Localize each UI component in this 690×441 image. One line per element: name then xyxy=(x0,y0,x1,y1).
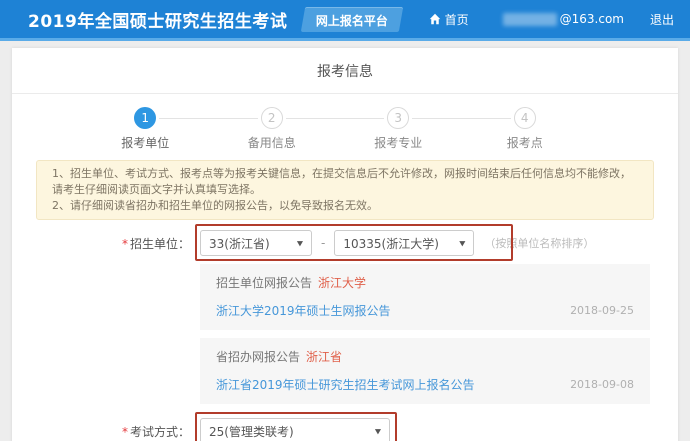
logout-link[interactable]: 退出 xyxy=(650,11,674,28)
caret-down-icon: ▼ xyxy=(374,427,381,435)
caret-down-icon: ▼ xyxy=(296,239,303,247)
province-select[interactable]: 33(浙江省) ▼ xyxy=(200,230,312,256)
redacted-username xyxy=(502,12,557,26)
announcement-link-row: 浙江省2019年硕士研究生招生考试网上报名公告 2018-09-08 xyxy=(216,376,634,393)
exam-method-select[interactable]: 25(管理类联考) ▼ xyxy=(200,418,390,441)
required-asterisk: * xyxy=(121,424,128,439)
platform-badge: 网上报名平台 xyxy=(301,6,404,32)
step-circle: 3 xyxy=(387,107,410,129)
notice-line-1: 1、招生单位、考试方式、报考点等为报考关键信息，在提交信息后不允许修改，网报时间… xyxy=(52,167,631,196)
step-recruit-unit[interactable]: 1 报考单位 xyxy=(82,107,209,151)
header-accent-strip xyxy=(0,38,690,41)
app-title: 2019年全国硕士研究生招生考试 xyxy=(28,11,288,32)
exam-method-select-value: 25(管理类联考) xyxy=(209,424,294,439)
step-circle: 1 xyxy=(134,107,157,129)
step-label: 报考单位 xyxy=(121,136,170,150)
unit-announcement-card: 招生单位网报公告 浙江大学 浙江大学2019年硕士生网报公告 2018-09-25 xyxy=(200,264,650,330)
step-circle: 2 xyxy=(260,107,283,129)
notice-box: 1、招生单位、考试方式、报考点等为报考关键信息，在提交信息后不允许修改，网报时间… xyxy=(36,160,654,220)
home-icon xyxy=(429,13,440,25)
step-label: 报考专业 xyxy=(374,136,423,150)
page-title: 报考信息 xyxy=(12,48,678,94)
main-panel: 报考信息 1 报考单位 2 备用信息 3 报考专业 4 报考点 1、招生单位、考… xyxy=(12,48,678,441)
announcement-link-row: 浙江大学2019年硕士生网报公告 2018-09-25 xyxy=(216,302,634,319)
app-header: 2019年全国硕士研究生招生考试 网上报名平台 首页 @163.com 退出 xyxy=(0,0,690,38)
step-label: 报考点 xyxy=(506,136,543,150)
recruit-unit-row: * 招生单位： 33(浙江省) ▼ - 10335(浙江大学) ▼ （按照单位名称… xyxy=(12,224,678,261)
header-nav: 首页 @163.com 退出 xyxy=(429,11,674,28)
platform-badge-label: 网上报名平台 xyxy=(316,13,389,28)
notice-line-2: 2、请仔细阅读省招办和招生单位的网报公告，以免导致报名无效。 xyxy=(52,199,378,212)
step-major[interactable]: 3 报考专业 xyxy=(285,107,462,151)
unit-select-value: 10335(浙江大学) xyxy=(343,236,439,251)
announcement-link[interactable]: 浙江大学2019年硕士生网报公告 xyxy=(216,302,391,319)
exam-method-label: * 考试方式： xyxy=(121,424,190,439)
unit-select[interactable]: 10335(浙江大学) ▼ xyxy=(334,230,475,256)
announcement-date: 2018-09-25 xyxy=(570,304,634,317)
select-separator: - xyxy=(321,236,326,250)
province-announcement-card: 省招办网报公告 浙江省 浙江省2019年硕士研究生招生考试网上报名公告 2018-… xyxy=(200,338,650,404)
home-label: 首页 xyxy=(444,12,469,27)
exam-method-controls: 25(管理类联考) ▼ xyxy=(195,412,397,441)
recruit-unit-label: * 招生单位： xyxy=(121,236,190,251)
step-label: 备用信息 xyxy=(247,136,296,150)
sort-hint: （按照单位名称排序） xyxy=(484,237,595,250)
announcement-org: 浙江省 xyxy=(306,350,343,364)
home-link[interactable]: 首页 xyxy=(429,11,469,28)
step-exam-site[interactable]: 4 报考点 xyxy=(412,107,589,151)
recruit-unit-controls: 33(浙江省) ▼ - 10335(浙江大学) ▼ （按照单位名称排序） xyxy=(195,224,595,261)
announcement-title: 招生单位网报公告 浙江大学 xyxy=(216,276,367,290)
required-asterisk: * xyxy=(121,236,128,251)
progress-stepper: 1 报考单位 2 备用信息 3 报考专业 4 报考点 xyxy=(12,94,678,160)
user-email: @163.com xyxy=(502,12,624,26)
announcement-org: 浙江大学 xyxy=(318,276,367,290)
step-backup-info[interactable]: 2 备用信息 xyxy=(159,107,336,151)
caret-down-icon: ▼ xyxy=(459,239,466,247)
exam-method-row: * 考试方式： 25(管理类联考) ▼ xyxy=(12,412,678,441)
announcement-title: 省招办网报公告 浙江省 xyxy=(216,350,343,364)
announcement-link[interactable]: 浙江省2019年硕士研究生招生考试网上报名公告 xyxy=(216,376,475,393)
announcement-date: 2018-09-08 xyxy=(570,378,634,391)
step-circle: 4 xyxy=(513,107,536,129)
email-suffix: @163.com xyxy=(559,12,624,26)
province-select-value: 33(浙江省) xyxy=(209,236,270,251)
